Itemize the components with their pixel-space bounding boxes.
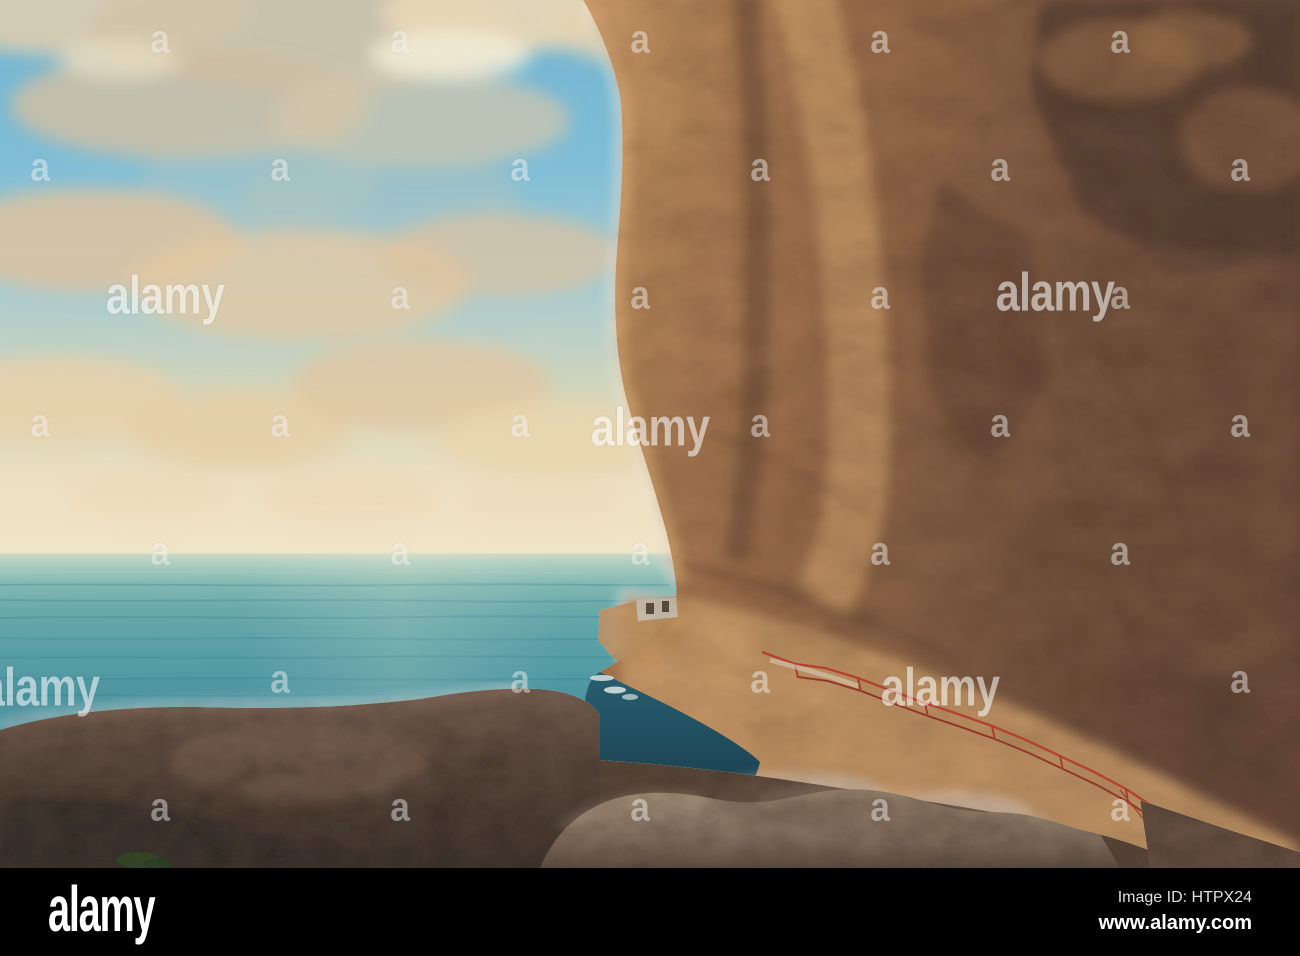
website-text: www.alamy.com [1098,912,1252,934]
stock-photo: a a a a a a a a a a a a a a a a a a a a a a a a a a a a a a a a a a a alamy… [0,0,1300,868]
photo-matte-overlay [0,0,1300,868]
footer-bar: alamy Image ID: HTPX24 www.alamy.com [0,868,1300,956]
photo-scene [0,0,1300,868]
alamy-logo: alamy [48,873,156,945]
footer-info: Image ID: HTPX24 www.alamy.com [1099,888,1252,936]
image-id-text: Image ID: HTPX24 [1117,889,1252,906]
stock-photo-page: a a a a a a a a a a a a a a a a a a a a a a a a a a a a a a a a a a a alamy… [0,0,1300,956]
